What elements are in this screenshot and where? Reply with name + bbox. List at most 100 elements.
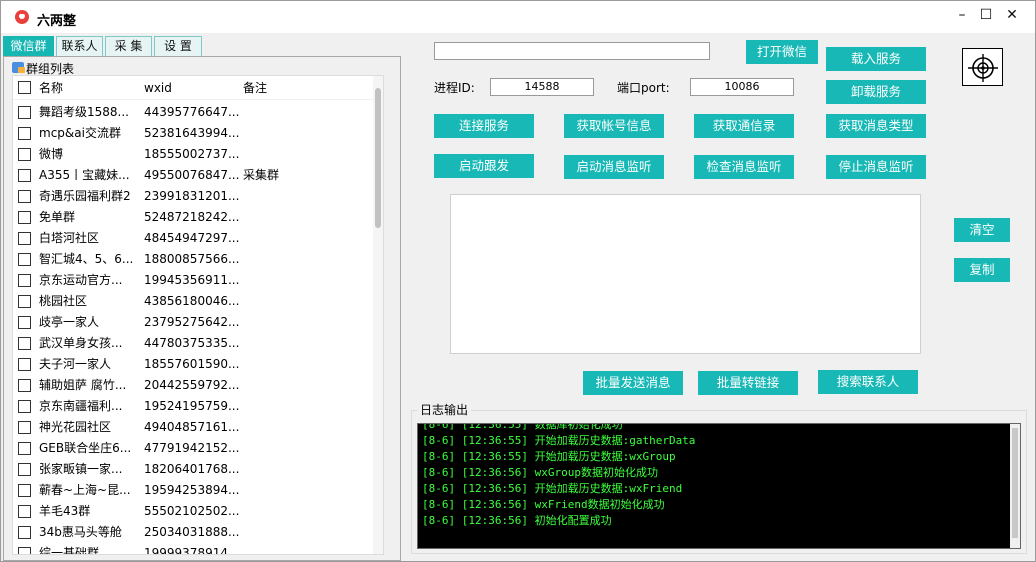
- group-list[interactable]: 名称 wxid 备注 舞蹈考级1588... 44395776647... mcp&…: [12, 75, 384, 555]
- table-row[interactable]: GEB联合坐庄6... 47791942152...: [13, 438, 373, 459]
- row-checkbox[interactable]: [18, 463, 31, 476]
- row-checkbox[interactable]: [18, 505, 31, 518]
- table-row[interactable]: 京东运动官方... 19945356911...: [13, 270, 373, 291]
- tab-settings[interactable]: 设 置: [154, 36, 202, 56]
- table-row[interactable]: 歧亭一家人 23795275642...: [13, 312, 373, 333]
- row-wxid: 44780375335...: [144, 336, 239, 350]
- table-row[interactable]: 京东南疆福利... 19524195759...: [13, 396, 373, 417]
- table-row[interactable]: 34b惠马头等舱 25034031888...: [13, 522, 373, 543]
- table-row[interactable]: A355丨宝藏妹... 49550076847... 采集群: [13, 165, 373, 186]
- row-checkbox[interactable]: [18, 253, 31, 266]
- row-name: GEB联合坐庄6...: [39, 441, 132, 455]
- row-checkbox[interactable]: [18, 295, 31, 308]
- row-checkbox[interactable]: [18, 379, 31, 392]
- row-checkbox[interactable]: [18, 106, 31, 119]
- tab-collect[interactable]: 采 集: [105, 36, 152, 56]
- open-wechat-button[interactable]: 打开微信: [746, 40, 818, 64]
- start-msg-listen-button[interactable]: 启动消息监听: [564, 155, 664, 179]
- table-row[interactable]: 蕲春~上海~昆... 19594253894...: [13, 480, 373, 501]
- list-scrollbar[interactable]: [373, 76, 383, 554]
- table-row[interactable]: 综一基础群 19999378914...: [13, 543, 373, 555]
- row-checkbox[interactable]: [18, 337, 31, 350]
- row-checkbox[interactable]: [18, 358, 31, 371]
- column-name-header[interactable]: 名称: [39, 78, 139, 98]
- select-all-checkbox[interactable]: [18, 81, 31, 94]
- table-row[interactable]: mcp&ai交流群 52381643994...: [13, 123, 373, 144]
- table-row[interactable]: 舞蹈考级1588... 44395776647...: [13, 102, 373, 123]
- close-icon[interactable]: ✕: [989, 1, 1035, 31]
- row-name: 歧亭一家人: [39, 315, 100, 329]
- get-contacts-button[interactable]: 获取通信录: [694, 114, 794, 138]
- start-follow-button[interactable]: 启动跟发: [434, 154, 534, 178]
- batch-send-button[interactable]: 批量发送消息: [583, 371, 683, 395]
- row-checkbox[interactable]: [18, 127, 31, 140]
- table-row[interactable]: 免单群 52487218242...: [13, 207, 373, 228]
- column-wxid-header[interactable]: wxid: [144, 78, 239, 98]
- pid-input[interactable]: 14588: [490, 78, 594, 96]
- row-checkbox[interactable]: [18, 169, 31, 182]
- load-service-button[interactable]: 载入服务: [826, 47, 926, 71]
- row-checkbox[interactable]: [18, 211, 31, 224]
- row-wxid: 23795275642...: [144, 315, 239, 329]
- column-note-header[interactable]: 备注: [243, 78, 343, 98]
- unload-service-button[interactable]: 卸载服务: [826, 80, 926, 104]
- log-line: [8-6] [12:36:56] 初始化配置成功: [422, 514, 612, 527]
- table-row[interactable]: 桃园社区 43856180046...: [13, 291, 373, 312]
- table-row[interactable]: 羊毛43群 55502102502...: [13, 501, 373, 522]
- crosshair-icon[interactable]: [962, 48, 1003, 86]
- tab-contacts[interactable]: 联系人: [56, 36, 103, 56]
- row-wxid: 52487218242...: [144, 210, 239, 224]
- log-scrollbar-thumb[interactable]: [1012, 428, 1018, 538]
- connect-service-button[interactable]: 连接服务: [434, 114, 534, 138]
- group-panel: 群组列表 名称 wxid 备注 舞蹈考级1588... 44395776647..…: [3, 56, 401, 561]
- row-checkbox[interactable]: [18, 442, 31, 455]
- row-wxid: 25034031888...: [144, 525, 239, 539]
- row-wxid: 55502102502...: [144, 504, 239, 518]
- table-row[interactable]: 张家畈镇一家... 18206401768...: [13, 459, 373, 480]
- row-checkbox[interactable]: [18, 526, 31, 539]
- stop-msg-listen-button[interactable]: 停止消息监听: [826, 155, 926, 179]
- pid-label: 进程ID:: [434, 81, 475, 95]
- row-name: 综一基础群: [39, 546, 100, 555]
- clear-button[interactable]: 清空: [954, 218, 1010, 242]
- row-checkbox[interactable]: [18, 484, 31, 497]
- batch-convert-links-button[interactable]: 批量转链接: [698, 371, 798, 395]
- row-wxid: 52381643994...: [144, 126, 239, 140]
- table-row[interactable]: 微博 18555002737...: [13, 144, 373, 165]
- table-row[interactable]: 白塔河社区 48454947297...: [13, 228, 373, 249]
- message-textarea[interactable]: [450, 194, 921, 354]
- row-checkbox[interactable]: [18, 316, 31, 329]
- log-scrollbar[interactable]: [1010, 424, 1020, 548]
- row-name: 辅助姐萨 腐竹...: [39, 378, 127, 392]
- row-checkbox[interactable]: [18, 547, 31, 554]
- log-output[interactable]: [8-6] [12:36:55] 数据库初始化成功 [8-6] [12:36:55…: [417, 423, 1021, 549]
- tab-wechat-groups[interactable]: 微信群: [3, 36, 54, 56]
- search-contacts-button[interactable]: 搜索联系人: [818, 370, 918, 394]
- row-wxid: 18555002737...: [144, 147, 239, 161]
- table-row[interactable]: 武汉单身女孩... 44780375335...: [13, 333, 373, 354]
- table-row[interactable]: 神光花园社区 49404857161...: [13, 417, 373, 438]
- row-checkbox[interactable]: [18, 232, 31, 245]
- table-row[interactable]: 奇遇乐园福利群2 23991831201...: [13, 186, 373, 207]
- row-name: mcp&ai交流群: [39, 126, 121, 140]
- row-checkbox[interactable]: [18, 148, 31, 161]
- row-checkbox[interactable]: [18, 400, 31, 413]
- row-wxid: 18557601590...: [144, 357, 239, 371]
- get-msg-types-button[interactable]: 获取消息类型: [826, 114, 926, 138]
- row-name: 34b惠马头等舱: [39, 525, 122, 539]
- check-msg-listen-button[interactable]: 检查消息监听: [694, 155, 794, 179]
- row-wxid: 18206401768...: [144, 462, 239, 476]
- table-row[interactable]: 智汇城4、5、6... 18800857566...: [13, 249, 373, 270]
- row-checkbox[interactable]: [18, 274, 31, 287]
- port-input[interactable]: 10086: [690, 78, 794, 96]
- row-checkbox[interactable]: [18, 190, 31, 203]
- row-checkbox[interactable]: [18, 421, 31, 434]
- list-scrollbar-thumb[interactable]: [375, 88, 381, 228]
- copy-button[interactable]: 复制: [954, 258, 1010, 282]
- wechat-path-input[interactable]: [434, 42, 710, 60]
- log-line: [8-6] [12:36:56] wxFriend数据初始化成功: [422, 498, 665, 511]
- window-title: 六两整: [37, 14, 77, 29]
- table-row[interactable]: 夫子河一家人 18557601590...: [13, 354, 373, 375]
- table-row[interactable]: 辅助姐萨 腐竹... 20442559792...: [13, 375, 373, 396]
- get-account-info-button[interactable]: 获取帐号信息: [564, 114, 664, 138]
